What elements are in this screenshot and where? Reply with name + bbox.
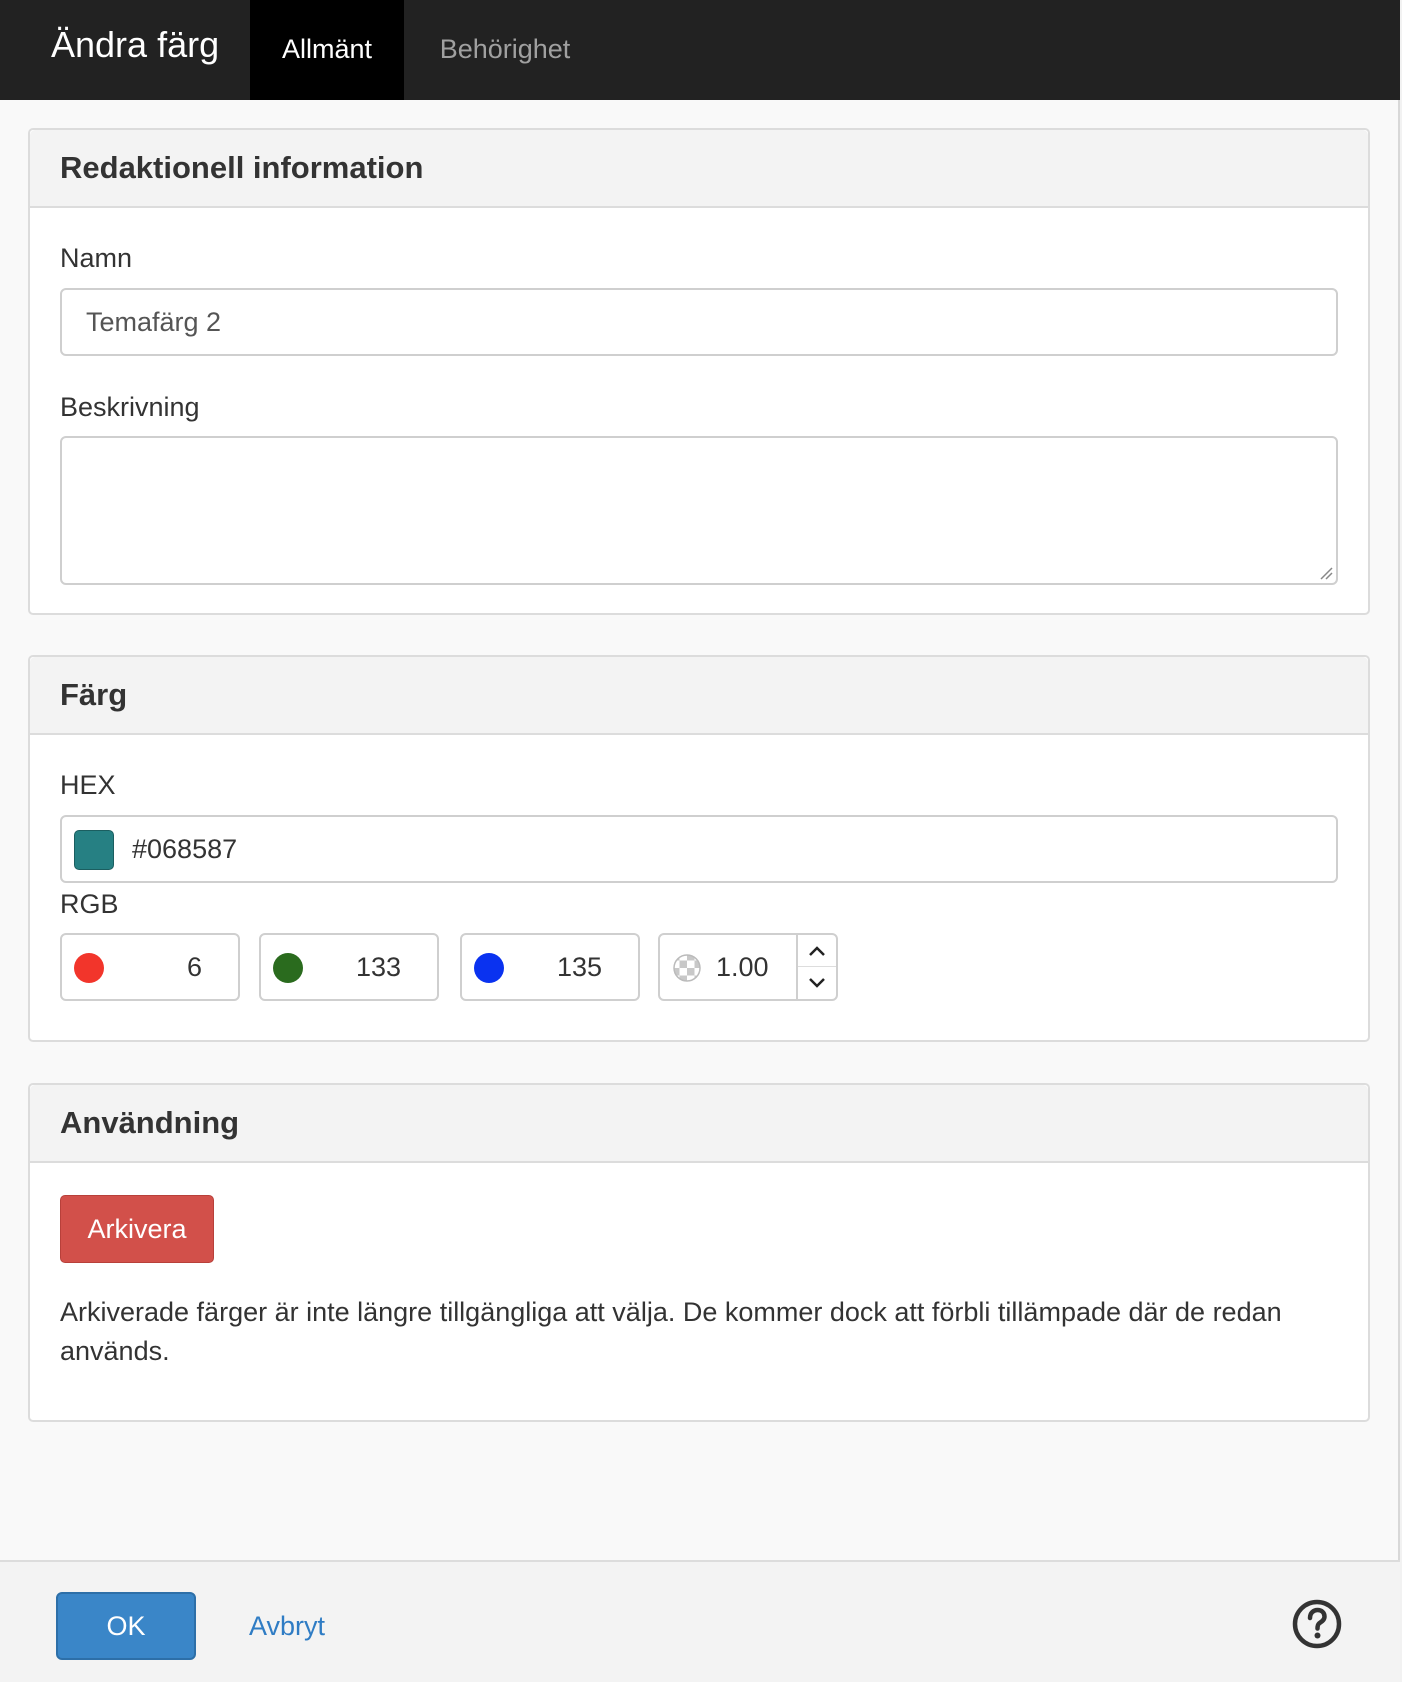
description-label: Beskrivning <box>60 392 200 422</box>
blue-input[interactable]: 135 <box>460 933 640 1001</box>
blue-dot-icon <box>474 953 504 983</box>
description-textarea[interactable] <box>60 436 1338 585</box>
alpha-input[interactable]: 1.00 <box>658 933 838 1001</box>
red-dot-icon <box>74 953 104 983</box>
hex-input[interactable]: #068587 <box>60 815 1338 883</box>
tab-permissions[interactable]: Behörighet <box>420 0 590 100</box>
edit-color-dialog: Ändra färg Allmänt Behörighet Redaktione… <box>0 0 1400 1682</box>
chevron-up-icon <box>809 945 825 956</box>
green-dot-icon <box>273 953 303 983</box>
increment-button[interactable] <box>798 935 836 967</box>
editorial-info-heading: Redaktionell information <box>30 130 1368 208</box>
red-input[interactable]: 6 <box>60 933 240 1001</box>
transparency-icon <box>673 954 701 982</box>
dialog-footer: OK Avbryt <box>0 1560 1400 1682</box>
hex-value: #068587 <box>132 834 238 864</box>
archive-button[interactable]: Arkivera <box>60 1195 214 1263</box>
dialog-title: Ändra färg <box>51 24 220 65</box>
rgb-label: RGB <box>60 889 119 919</box>
color-swatch[interactable] <box>74 830 114 870</box>
decrement-button[interactable] <box>798 967 836 999</box>
alpha-value: 1.00 <box>716 952 769 982</box>
green-input[interactable]: 133 <box>259 933 439 1001</box>
chevron-down-icon <box>809 978 825 988</box>
hex-label: HEX <box>60 770 116 800</box>
name-input[interactable]: Temafärg 2 <box>60 288 1338 356</box>
usage-panel: Användning Arkivera Arkiverade färger är… <box>28 1083 1370 1422</box>
green-value: 133 <box>355 952 401 982</box>
archive-description: Arkiverade färger är inte längre tillgän… <box>60 1297 1282 1366</box>
color-heading: Färg <box>30 657 1368 735</box>
blue-value: 135 <box>556 952 602 982</box>
red-value: 6 <box>186 952 202 982</box>
editorial-info-panel: Redaktionell information Namn Temafärg 2… <box>28 128 1370 615</box>
usage-heading: Användning <box>30 1085 1368 1163</box>
help-icon[interactable] <box>1291 1598 1343 1650</box>
tab-general[interactable]: Allmänt <box>250 0 404 100</box>
dialog-header: Ändra färg Allmänt Behörighet <box>0 0 1400 100</box>
cancel-link[interactable]: Avbryt <box>249 1592 325 1660</box>
resize-handle-icon[interactable] <box>1317 564 1333 580</box>
alpha-stepper <box>796 935 836 999</box>
ok-button[interactable]: OK <box>56 1592 196 1660</box>
color-panel: Färg HEX #068587 RGB 6 133 135 1.00 <box>28 655 1370 1042</box>
name-label: Namn <box>60 243 133 273</box>
